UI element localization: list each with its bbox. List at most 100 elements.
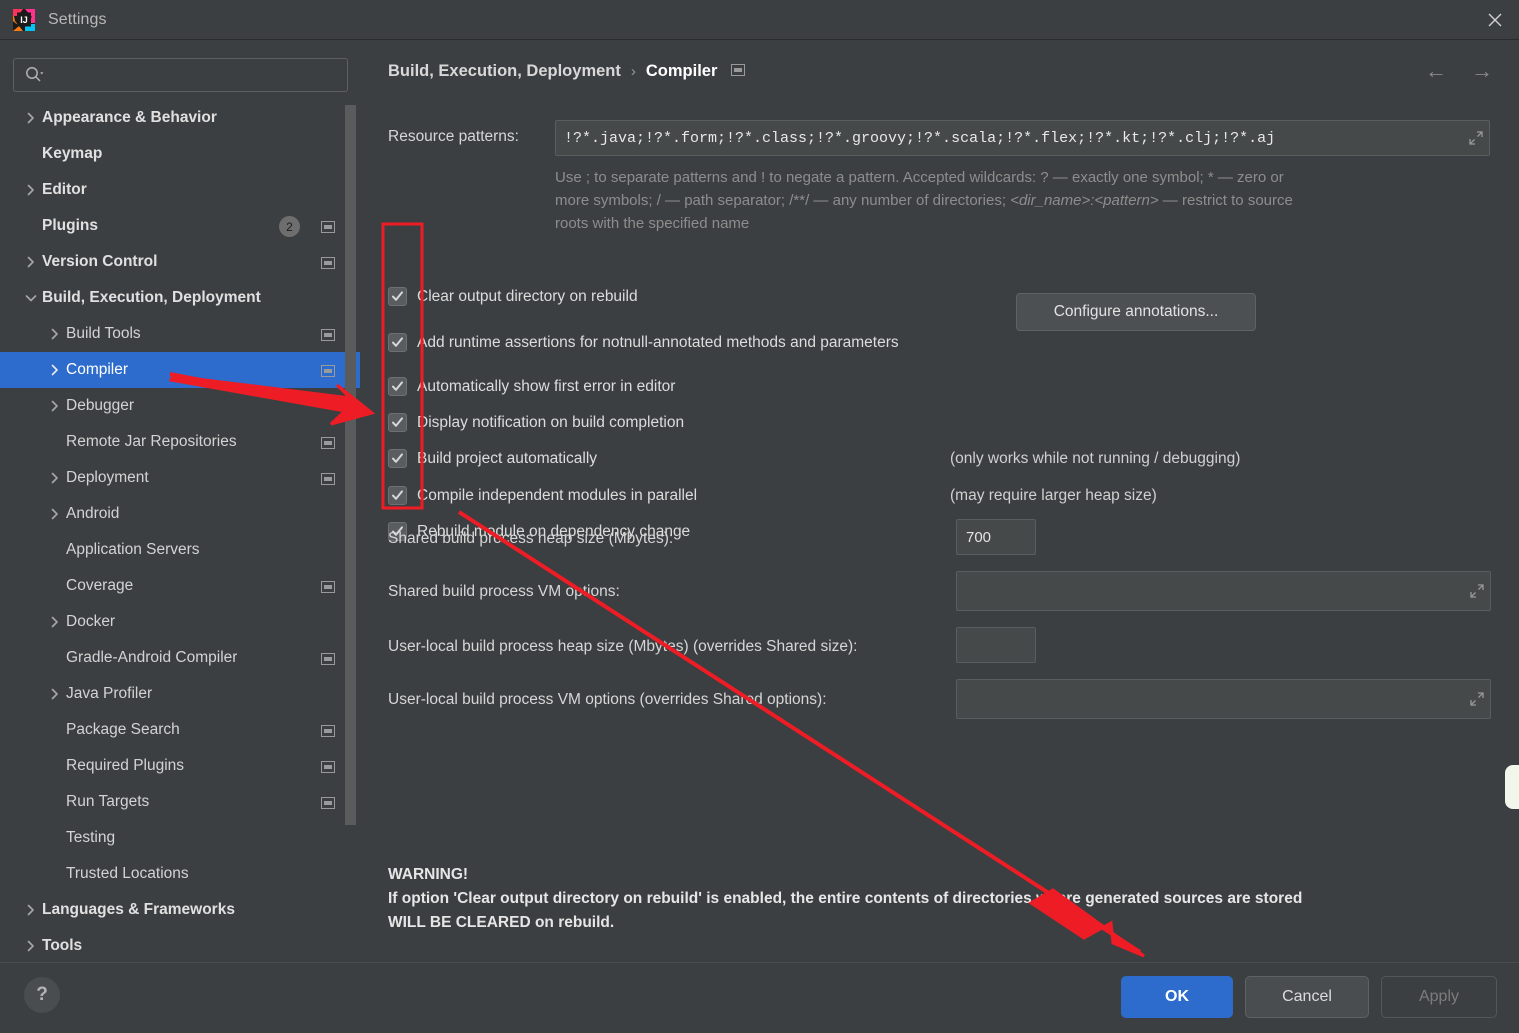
chevron-right-icon[interactable] — [44, 352, 66, 388]
project-scope-icon — [321, 436, 335, 454]
sidebar-item-debugger[interactable]: Debugger — [0, 388, 360, 424]
chevron-right-icon[interactable] — [44, 316, 66, 352]
configure-annotations-button[interactable]: Configure annotations... — [1016, 293, 1256, 331]
sidebar-item-label: Trusted Locations — [66, 865, 189, 883]
chevron-right-icon[interactable] — [44, 604, 66, 640]
sidebar-item-required-plugins[interactable]: Required Plugins — [0, 748, 360, 784]
settings-search-box[interactable] — [13, 58, 348, 92]
sidebar-item-keymap[interactable]: Keymap — [0, 136, 360, 172]
field-input-small[interactable] — [956, 627, 1036, 663]
project-scope-icon — [321, 328, 335, 346]
project-scope-icon — [321, 796, 335, 814]
checkbox-checked-icon[interactable] — [388, 413, 407, 432]
checkbox-checked-icon[interactable] — [388, 287, 407, 306]
expand-field-icon[interactable] — [1464, 691, 1490, 707]
sidebar-scrollbar-thumb[interactable] — [345, 105, 356, 825]
search-input[interactable] — [48, 59, 347, 91]
sidebar-item-remote-jar-repositories[interactable]: Remote Jar Repositories — [0, 424, 360, 460]
chevron-down-icon[interactable] — [20, 280, 42, 316]
sidebar-item-package-search[interactable]: Package Search — [0, 712, 360, 748]
window-title: Settings — [48, 11, 107, 29]
sidebar-item-compiler[interactable]: Compiler — [0, 352, 360, 388]
chevron-right-icon[interactable] — [20, 892, 42, 928]
sidebar-item-trusted-locations[interactable]: Trusted Locations — [0, 856, 360, 892]
cancel-button[interactable]: Cancel — [1245, 976, 1369, 1018]
chevron-right-icon[interactable] — [20, 100, 42, 136]
checkbox-checked-icon[interactable] — [388, 333, 407, 352]
checkbox-checked-icon[interactable] — [388, 377, 407, 396]
ok-button[interactable]: OK — [1121, 976, 1233, 1018]
checkbox-row[interactable]: Build project automatically(only works w… — [388, 449, 597, 468]
tree-spacer — [44, 784, 66, 820]
field-input-large[interactable] — [956, 571, 1491, 611]
chevron-right-icon[interactable] — [44, 460, 66, 496]
sidebar-item-editor[interactable]: Editor — [0, 172, 360, 208]
field-input-small[interactable] — [956, 519, 1036, 555]
sidebar-item-languages-frameworks[interactable]: Languages & Frameworks — [0, 892, 360, 928]
expand-field-icon[interactable] — [1464, 583, 1490, 599]
field-input[interactable] — [957, 680, 1464, 718]
tree-spacer — [44, 532, 66, 568]
back-arrow-icon[interactable]: ← — [1425, 60, 1447, 82]
sidebar-item-gradle-android-compiler[interactable]: Gradle-Android Compiler — [0, 640, 360, 676]
breadcrumb-leaf: Compiler — [646, 62, 718, 81]
field-label: Shared build process heap size (Mbytes): — [388, 530, 673, 548]
sidebar-item-appearance-behavior[interactable]: Appearance & Behavior — [0, 100, 360, 136]
settings-tree[interactable]: Appearance & BehaviorKeymapEditorPlugins… — [0, 100, 360, 962]
chevron-right-icon[interactable] — [20, 172, 42, 208]
resource-patterns-field[interactable] — [555, 120, 1490, 156]
apply-button[interactable]: Apply — [1381, 976, 1497, 1018]
sidebar-item-android[interactable]: Android — [0, 496, 360, 532]
sidebar-item-run-targets[interactable]: Run Targets — [0, 784, 360, 820]
checkbox-checked-icon[interactable] — [388, 449, 407, 468]
sidebar-item-label: Deployment — [66, 469, 149, 487]
resource-patterns-input[interactable] — [564, 121, 1463, 155]
help-line-3: roots with the specified name — [555, 212, 1519, 235]
sidebar-item-label: Version Control — [42, 253, 157, 271]
sidebar-item-java-profiler[interactable]: Java Profiler — [0, 676, 360, 712]
sidebar-item-tools[interactable]: Tools — [0, 928, 360, 962]
sidebar-item-build-tools[interactable]: Build Tools — [0, 316, 360, 352]
sidebar-item-label: Languages & Frameworks — [42, 901, 235, 919]
tree-spacer — [44, 820, 66, 856]
window-titlebar: IJ Settings — [0, 0, 1519, 40]
chevron-right-icon[interactable] — [44, 496, 66, 532]
sidebar-item-label: Required Plugins — [66, 757, 184, 775]
chevron-right-icon[interactable] — [20, 928, 42, 962]
checkbox-checked-icon[interactable] — [388, 486, 407, 505]
breadcrumb-root[interactable]: Build, Execution, Deployment — [388, 62, 621, 81]
sidebar-item-testing[interactable]: Testing — [0, 820, 360, 856]
chevron-right-icon[interactable] — [44, 388, 66, 424]
sidebar-item-label: Remote Jar Repositories — [66, 433, 237, 451]
checkbox-row[interactable]: Display notification on build completion — [388, 413, 684, 432]
sidebar-item-application-servers[interactable]: Application Servers — [0, 532, 360, 568]
forward-arrow-icon[interactable]: → — [1471, 60, 1493, 82]
resource-patterns-help: Use ; to separate patterns and ! to nega… — [555, 166, 1519, 235]
resource-patterns-label: Resource patterns: — [388, 128, 519, 146]
settings-dialog: IJ Settings Appearance & BehaviorKeymapE… — [0, 0, 1519, 1033]
sidebar-item-version-control[interactable]: Version Control — [0, 244, 360, 280]
expand-field-icon[interactable] — [1463, 130, 1489, 146]
sidebar-item-label: Java Profiler — [66, 685, 152, 703]
sidebar-item-label: Build, Execution, Deployment — [42, 289, 261, 307]
help-button[interactable]: ? — [24, 977, 60, 1013]
checkbox-row[interactable]: Compile independent modules in parallel(… — [388, 486, 697, 505]
sidebar-item-docker[interactable]: Docker — [0, 604, 360, 640]
checkbox-row[interactable]: Clear output directory on rebuild — [388, 287, 638, 306]
checkbox-row[interactable]: Automatically show first error in editor — [388, 377, 675, 396]
close-icon[interactable] — [1471, 0, 1519, 40]
checkbox-note: (only works while not running / debuggin… — [950, 450, 1240, 468]
field-input[interactable] — [957, 572, 1464, 610]
project-scope-icon — [321, 364, 335, 382]
checkbox-label: Automatically show first error in editor — [417, 378, 675, 396]
sidebar-item-plugins[interactable]: Plugins2 — [0, 208, 360, 244]
sidebar-item-label: Plugins — [42, 217, 98, 235]
chevron-right-icon[interactable] — [44, 676, 66, 712]
sidebar-item-build-execution-deployment[interactable]: Build, Execution, Deployment — [0, 280, 360, 316]
chevron-right-icon[interactable] — [20, 244, 42, 280]
checkbox-row[interactable]: Add runtime assertions for notnull-annot… — [388, 333, 899, 352]
sidebar-item-deployment[interactable]: Deployment — [0, 460, 360, 496]
sidebar-item-coverage[interactable]: Coverage — [0, 568, 360, 604]
tree-spacer — [44, 712, 66, 748]
field-input-large[interactable] — [956, 679, 1491, 719]
